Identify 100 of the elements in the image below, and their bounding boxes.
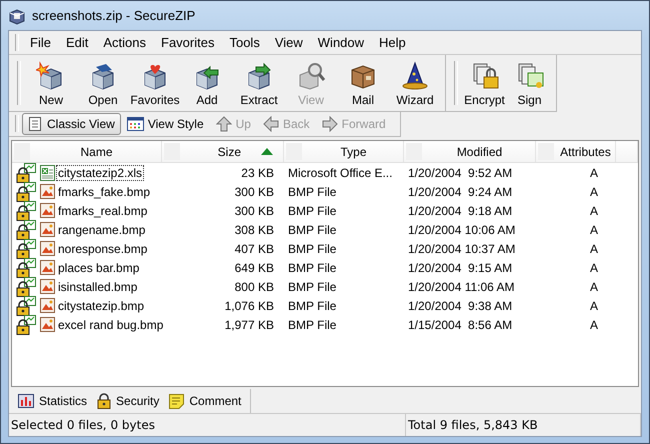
encrypted-lock-icon bbox=[16, 296, 38, 316]
file-name[interactable]: isinstalled.bmp bbox=[57, 280, 138, 294]
encrypted-lock-icon bbox=[16, 220, 38, 240]
file-attributes: A bbox=[588, 204, 599, 218]
padlock-icon bbox=[97, 393, 112, 409]
encrypted-lock-icon bbox=[16, 314, 38, 334]
file-type: Microsoft Office E... bbox=[287, 166, 394, 180]
panel-tab[interactable]: Statistics bbox=[13, 394, 92, 408]
panel-tab[interactable]: Security bbox=[92, 393, 164, 409]
toolbar-button[interactable]: Add bbox=[181, 55, 233, 111]
file-attributes: A bbox=[588, 184, 599, 198]
column-header[interactable]: Size bbox=[162, 141, 284, 162]
file-size: 1,977 KB bbox=[224, 318, 275, 332]
wizard-hat-icon bbox=[400, 61, 430, 91]
note-icon bbox=[169, 394, 184, 408]
toolbar-button[interactable]: Favorites bbox=[129, 55, 181, 111]
file-type: BMP File bbox=[287, 298, 338, 312]
file-size: 23 KB bbox=[240, 166, 275, 180]
file-attributes: A bbox=[588, 260, 599, 274]
modified-date: 1/20/2004 10:37 AM bbox=[407, 242, 516, 256]
spreadsheet-icon bbox=[40, 164, 55, 180]
forward-arrow-icon bbox=[322, 116, 338, 132]
file-name[interactable]: fmarks_real.bmp bbox=[57, 204, 148, 218]
file-name[interactable]: rangename.bmp bbox=[57, 222, 146, 236]
file-size: 308 KB bbox=[234, 222, 275, 236]
toolbar-button[interactable]: Wizard bbox=[389, 55, 441, 111]
modified-date: 1/20/2004 9:15 AM bbox=[407, 260, 514, 274]
toolbar-button[interactable]: Sign bbox=[507, 55, 552, 111]
file-type: BMP File bbox=[287, 242, 338, 256]
column-header[interactable]: Modified bbox=[404, 141, 536, 162]
modified-date: 1/20/2004 10:06 AM bbox=[407, 222, 516, 236]
app-icon bbox=[8, 6, 26, 24]
menu-item[interactable]: Help bbox=[372, 33, 414, 52]
image-file-icon bbox=[40, 222, 55, 237]
modified-date: 1/20/2004 9:38 AM bbox=[407, 298, 514, 312]
menu-item[interactable]: Edit bbox=[58, 33, 96, 52]
file-name[interactable]: citystatezip2.xls bbox=[57, 166, 144, 180]
column-header[interactable]: Attributes bbox=[536, 141, 616, 162]
modified-date: 1/20/2004 11:06 AM bbox=[407, 280, 516, 294]
file-attributes: A bbox=[588, 298, 599, 312]
modified-date: 1/20/2004 9:24 AM bbox=[407, 184, 514, 198]
encrypted-lock-icon bbox=[16, 200, 38, 220]
image-file-icon bbox=[40, 317, 55, 332]
file-size: 649 KB bbox=[234, 260, 275, 274]
file-type: BMP File bbox=[287, 280, 338, 294]
file-type: BMP File bbox=[287, 318, 338, 332]
file-size: 300 KB bbox=[234, 204, 275, 218]
image-file-icon bbox=[40, 260, 55, 275]
file-name[interactable]: places bar.bmp bbox=[57, 260, 140, 274]
encrypted-lock-icon bbox=[16, 162, 38, 182]
toolbar-button[interactable]: Extract bbox=[233, 55, 285, 111]
toolbar-button[interactable]: New bbox=[25, 55, 77, 111]
file-name[interactable]: fmarks_fake.bmp bbox=[57, 184, 152, 198]
menu-item[interactable]: Favorites bbox=[154, 33, 222, 52]
file-attributes: A bbox=[588, 280, 599, 294]
file-type: BMP File bbox=[287, 260, 338, 274]
file-type: BMP File bbox=[287, 222, 338, 236]
grid-view-icon bbox=[126, 116, 144, 130]
image-file-icon bbox=[40, 279, 55, 294]
bar-chart-icon bbox=[18, 394, 34, 408]
image-file-icon bbox=[40, 241, 55, 256]
encrypted-lock-icon bbox=[16, 276, 38, 296]
file-name[interactable]: noresponse.bmp bbox=[57, 242, 148, 256]
menu-item[interactable]: File bbox=[23, 33, 59, 52]
encrypted-lock-icon bbox=[16, 258, 38, 278]
file-size: 1,076 KB bbox=[224, 298, 275, 312]
image-file-icon bbox=[40, 203, 55, 218]
status-text: Selected 0 files, 0 bytes bbox=[9, 414, 406, 436]
view-toolbar-button[interactable]: View Style bbox=[122, 112, 210, 134]
menu-item[interactable]: Window bbox=[310, 33, 372, 52]
file-name[interactable]: citystatezip.bmp bbox=[57, 298, 146, 312]
menu-item[interactable]: Actions bbox=[96, 33, 154, 52]
file-size: 800 KB bbox=[234, 280, 275, 294]
toolbar-button[interactable]: Open bbox=[77, 55, 129, 111]
file-size: 407 KB bbox=[234, 242, 275, 256]
toolbar-button[interactable]: Mail bbox=[337, 55, 389, 111]
encrypted-lock-icon bbox=[16, 238, 38, 258]
file-size: 300 KB bbox=[234, 184, 275, 198]
back-arrow-icon bbox=[262, 116, 279, 132]
up-arrow-icon bbox=[216, 116, 232, 132]
file-type: BMP File bbox=[287, 204, 338, 218]
menu-item[interactable]: View bbox=[268, 33, 311, 52]
view-toolbar-button[interactable]: Classic View bbox=[22, 112, 121, 134]
column-header[interactable]: Name bbox=[12, 141, 162, 162]
modified-date: 1/20/2004 9:18 AM bbox=[407, 204, 514, 218]
menu-item[interactable]: Tools bbox=[222, 33, 268, 52]
file-attributes: A bbox=[588, 318, 599, 332]
panel-tab[interactable]: Comment bbox=[164, 394, 246, 408]
status-text: Total 9 files, 5,843 KB bbox=[406, 414, 641, 436]
toolbar-button[interactable]: Encrypt bbox=[462, 55, 507, 111]
window-title: screenshots.zip - SecureZIP bbox=[32, 8, 196, 23]
file-name[interactable]: excel rand bug.bmp bbox=[57, 318, 164, 332]
column-header[interactable]: Type bbox=[284, 141, 404, 162]
document-icon bbox=[27, 116, 43, 132]
modified-date: 1/20/2004 9:52 AM bbox=[407, 166, 514, 180]
modified-date: 1/15/2004 8:56 AM bbox=[407, 318, 514, 332]
image-file-icon bbox=[40, 298, 55, 313]
encrypted-lock-icon bbox=[16, 182, 38, 202]
image-file-icon bbox=[40, 184, 55, 199]
file-attributes: A bbox=[588, 222, 599, 236]
